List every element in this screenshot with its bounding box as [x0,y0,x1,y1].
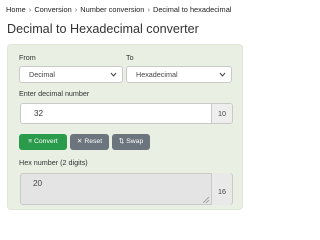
swap-icon: ⇅ [118,138,125,145]
hex-output-value: 20 [33,179,43,188]
to-label: To [126,53,134,62]
breadcrumb-number-conversion[interactable]: Number conversion [80,5,144,14]
decimal-input-group: 10 [20,103,233,124]
reset-button[interactable]: ✕ Reset [70,134,109,150]
to-select-value: Hexadecimal [136,70,178,79]
breadcrumb-decimal-to-hexadecimal[interactable]: Decimal to hexadecimal [153,5,231,14]
hex-output-label: Hex number (2 digits) [19,158,88,167]
decimal-input[interactable] [21,104,213,123]
chevron-down-icon [110,67,117,88]
to-select[interactable]: Hexadecimal [126,66,232,83]
page-title: Decimal to Hexadecimal converter [7,22,199,36]
resize-handle-icon[interactable] [203,197,209,203]
swap-button[interactable]: ⇅ Swap [112,134,150,150]
breadcrumb-conversion[interactable]: Conversion [34,5,71,14]
chevron-down-icon [219,67,226,88]
reset-button-label: Reset [84,138,103,145]
converter-panel: From Decimal To Hexadecimal Enter decima… [7,44,243,210]
breadcrumb-separator: › [147,5,150,14]
breadcrumb: Home › Conversion › Number conversion › … [6,3,250,17]
from-select[interactable]: Decimal [19,66,123,83]
equals-icon: ≡ [28,138,32,145]
output-base-addon: 16 [211,173,232,205]
breadcrumb-separator: › [28,5,32,14]
convert-button-label: Convert [33,138,58,145]
from-label: From [19,53,36,62]
convert-button[interactable]: ≡ Convert [19,134,67,150]
x-icon: ✕ [76,138,83,145]
from-select-value: Decimal [29,70,55,79]
decimal-input-label: Enter decimal number [19,89,90,98]
swap-button-label: Swap [126,138,144,145]
input-base-addon: 10 [211,104,232,123]
hex-output-field[interactable]: 20 16 [20,173,233,205]
breadcrumb-separator: › [74,5,78,14]
breadcrumb-home[interactable]: Home [6,5,26,14]
